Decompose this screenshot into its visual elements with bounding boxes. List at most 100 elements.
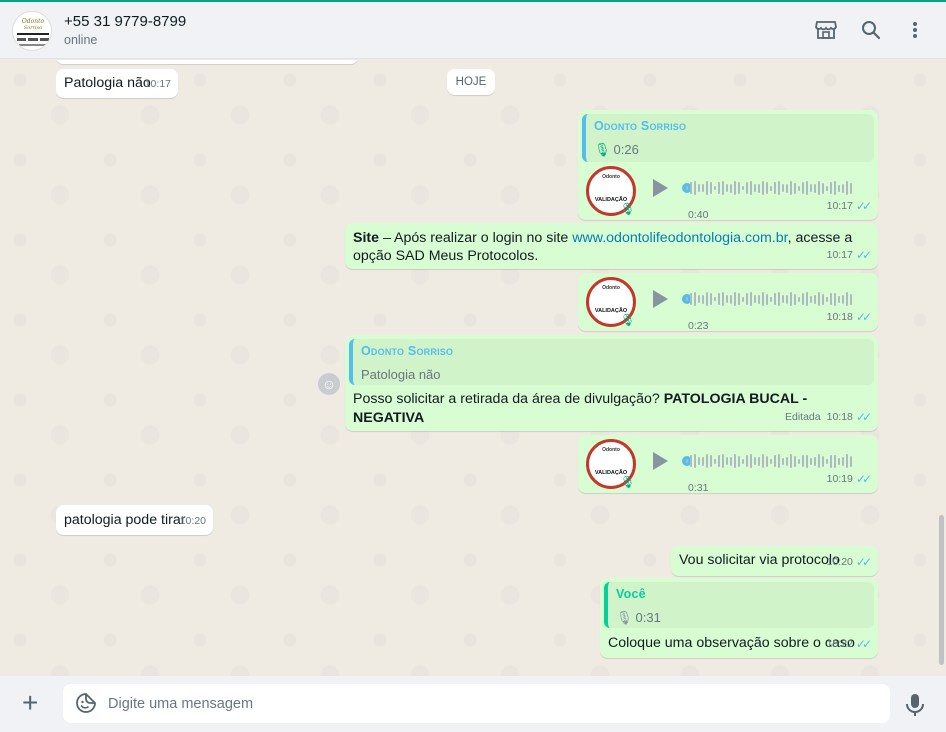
contact-avatar[interactable]: Odonto Sorriso bbox=[12, 11, 52, 51]
quoted-author: Odonto Sorriso bbox=[361, 344, 454, 358]
message-bubble-partial[interactable] bbox=[56, 60, 358, 64]
waveform-bar bbox=[722, 292, 724, 306]
play-button[interactable] bbox=[653, 452, 668, 470]
message-outgoing[interactable]: Odonto Sorriso Patologia não Posso solic… bbox=[345, 335, 878, 431]
mic-icon: 🎙 bbox=[620, 202, 636, 216]
message-text: patologia pode tirar bbox=[64, 512, 186, 528]
waveform-bar bbox=[754, 457, 756, 465]
chat-scrollbar[interactable] bbox=[939, 515, 944, 665]
waveform-bar bbox=[766, 293, 768, 305]
waveform-bar bbox=[822, 293, 824, 305]
mic-icon: 🎙 bbox=[616, 610, 633, 625]
waveform-bar bbox=[742, 458, 744, 464]
waveform-bar bbox=[850, 182, 852, 194]
waveform-bar bbox=[802, 455, 804, 467]
waveform-bar bbox=[702, 184, 704, 192]
waveform-bar bbox=[698, 295, 700, 303]
message-outgoing[interactable]: Site – Após realizar o login no site www… bbox=[345, 223, 878, 269]
waveform-bar bbox=[846, 454, 848, 468]
waveform-bar bbox=[750, 181, 752, 195]
waveform-bar bbox=[798, 296, 800, 302]
voice-record-mic-icon[interactable] bbox=[905, 693, 925, 717]
waveform-bar bbox=[738, 293, 740, 305]
message-outgoing[interactable]: Vou solicitar via protocolo 10:20 ✓✓ bbox=[671, 546, 878, 576]
audio-waveform[interactable] bbox=[686, 291, 852, 307]
waveform-bar bbox=[698, 184, 700, 192]
waveform-bar bbox=[818, 454, 820, 468]
waveform-bar bbox=[722, 454, 724, 468]
voice-message-outgoing[interactable]: Odonto Sorriso 🎙 0:26 Odonto VALIDAÇÃO 🎙 0… bbox=[578, 110, 878, 221]
audio-waveform[interactable] bbox=[686, 453, 852, 469]
waveform-bar bbox=[786, 294, 788, 304]
chat-panel[interactable]: HOJE Patologia não 10:17 Odonto Sorriso … bbox=[0, 60, 946, 676]
waveform-bar bbox=[690, 455, 692, 467]
waveform-bar bbox=[766, 182, 768, 194]
waveform-bar bbox=[834, 181, 836, 195]
waveform-bar bbox=[834, 292, 836, 306]
waveform-bar bbox=[750, 454, 752, 468]
waveform-bar bbox=[686, 459, 688, 463]
waveform-bar bbox=[814, 183, 816, 193]
read-ticks-icon: ✓✓ bbox=[855, 248, 872, 262]
waveform-bar bbox=[702, 294, 704, 304]
voice-message-outgoing[interactable]: Odonto VALIDAÇÃO 🎙 0:31 10:19 ✓✓ bbox=[578, 435, 878, 494]
play-button[interactable] bbox=[653, 290, 668, 308]
mic-icon: 🎙 bbox=[620, 313, 636, 327]
waveform-bar bbox=[714, 458, 716, 464]
composer-bar: + bbox=[0, 676, 946, 732]
chat-header[interactable]: Odonto Sorriso +55 31 9779-8799 online bbox=[0, 2, 946, 59]
voice-message-outgoing[interactable]: Odonto VALIDAÇÃO 🎙 0:23 10:18 ✓✓ bbox=[578, 273, 878, 332]
quoted-message[interactable]: Odonto Sorriso 🎙 0:26 bbox=[582, 114, 874, 162]
audio-waveform[interactable] bbox=[686, 180, 852, 196]
contact-name[interactable]: +55 31 9779-8799 bbox=[64, 13, 186, 30]
menu-icon[interactable] bbox=[903, 18, 927, 42]
waveform-bar bbox=[730, 294, 732, 304]
waveform-bar bbox=[790, 181, 792, 195]
waveform-bar bbox=[814, 294, 816, 304]
waveform-bar bbox=[746, 455, 748, 467]
waveform-bar bbox=[762, 292, 764, 306]
waveform-bar bbox=[850, 293, 852, 305]
message-text: Vou solicitar via protocolo bbox=[679, 552, 840, 568]
waveform-bar bbox=[770, 458, 772, 464]
search-icon[interactable] bbox=[859, 18, 883, 42]
read-ticks-icon: ✓✓ bbox=[855, 472, 872, 486]
audio-duration: 0:31 bbox=[688, 482, 709, 494]
read-ticks-icon: ✓✓ bbox=[855, 310, 872, 324]
waveform-bar bbox=[730, 456, 732, 466]
waveform-bar bbox=[798, 185, 800, 191]
message-incoming[interactable]: Patologia não 10:17 bbox=[56, 69, 178, 98]
waveform-bar bbox=[806, 454, 808, 468]
message-text: Coloque uma observação sobre o caso bbox=[608, 635, 855, 651]
message-text: Patologia não bbox=[64, 75, 151, 91]
message-input[interactable] bbox=[108, 684, 868, 723]
message-input-container[interactable] bbox=[63, 684, 890, 723]
waveform-bar bbox=[750, 292, 752, 306]
waveform-bar bbox=[802, 293, 804, 305]
store-icon[interactable] bbox=[814, 18, 838, 42]
waveform-bar bbox=[710, 182, 712, 194]
play-button[interactable] bbox=[653, 179, 668, 197]
mic-icon: 🎙 bbox=[620, 475, 636, 489]
waveform-bar bbox=[690, 182, 692, 194]
waveform-bar bbox=[706, 454, 708, 468]
message-time: 10:17 bbox=[826, 249, 853, 261]
emoji-reaction-icon[interactable]: ☺ bbox=[318, 373, 340, 395]
website-link[interactable]: www.odontolifeodontologia.com.br bbox=[572, 230, 787, 246]
quoted-message[interactable]: Odonto Sorriso Patologia não bbox=[349, 339, 874, 385]
waveform-bar bbox=[742, 296, 744, 302]
message-outgoing[interactable]: Você 🎙 0:31 Coloque uma observação sobre … bbox=[600, 578, 878, 658]
waveform-bar bbox=[742, 186, 744, 190]
attach-plus-icon[interactable]: + bbox=[22, 689, 38, 717]
waveform-bar bbox=[778, 454, 780, 468]
sticker-emoji-icon[interactable] bbox=[75, 692, 97, 714]
waveform-bar bbox=[762, 454, 764, 468]
waveform-bar bbox=[710, 455, 712, 467]
waveform-bar bbox=[718, 455, 720, 467]
message-incoming[interactable]: patologia pode tirar 10:20 bbox=[56, 505, 213, 535]
waveform-bar bbox=[774, 293, 776, 305]
waveform-bar bbox=[694, 181, 696, 195]
waveform-bar bbox=[710, 293, 712, 305]
waveform-bar bbox=[850, 455, 852, 467]
quoted-message[interactable]: Você 🎙 0:31 bbox=[604, 582, 874, 628]
